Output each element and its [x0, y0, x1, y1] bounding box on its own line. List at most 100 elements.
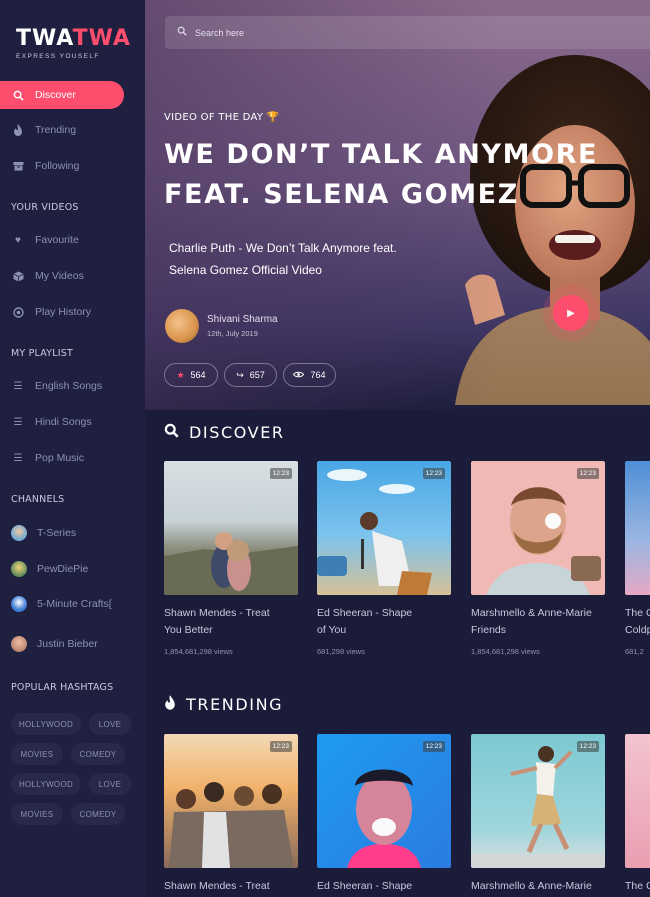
- video-title[interactable]: Marshmello & Anne-Marie Friends: [471, 605, 605, 639]
- flame-icon: [164, 695, 176, 714]
- nav-item-trending[interactable]: Trending: [0, 116, 124, 144]
- video-card[interactable]: 12:23 Marshmello & Anne-Marie: [471, 734, 605, 895]
- video-views: 1,854,681,298 views: [164, 647, 233, 656]
- video-thumbnail[interactable]: [625, 461, 650, 595]
- thumbnail-art: [471, 746, 605, 868]
- video-title[interactable]: The C: [625, 878, 650, 895]
- hashtag-movies[interactable]: MOVIES: [11, 803, 63, 825]
- channel-item-justin-bieber[interactable]: Justin Bieber: [0, 630, 124, 658]
- nav-label: Favourite: [35, 234, 79, 246]
- search-icon: [177, 26, 187, 39]
- channel-avatar: [11, 596, 27, 612]
- main-content: Search here VIDEO OF THE DAY 🏆 WE DON’T …: [145, 0, 650, 897]
- search-bar[interactable]: Search here: [165, 16, 650, 49]
- video-thumbnail[interactable]: 12:23: [317, 461, 451, 595]
- playlist-item-english-songs[interactable]: ☰ English Songs: [0, 372, 124, 400]
- video-title[interactable]: The C Coldp: [625, 605, 650, 639]
- video-card[interactable]: The C Coldp 681,2: [625, 461, 650, 656]
- video-thumbnail[interactable]: 12:23: [471, 734, 605, 868]
- trending-heading: TRENDING: [164, 695, 283, 714]
- channel-avatar: [11, 561, 27, 577]
- view-count: 764: [310, 370, 326, 380]
- thumbnail-art: [486, 487, 601, 595]
- channel-item-5-minute-crafts[interactable]: 5-Minute Crafts[: [0, 590, 124, 618]
- video-card[interactable]: The C: [625, 734, 650, 895]
- video-duration: 12:23: [576, 741, 599, 752]
- video-duration: 12:23: [269, 741, 292, 752]
- play-button[interactable]: ▶: [553, 295, 589, 331]
- list-icon: ☰: [13, 452, 23, 464]
- video-title[interactable]: Ed Sheeran - Shape: [317, 878, 451, 895]
- channel-avatar: [11, 636, 27, 652]
- video-title[interactable]: Marshmello & Anne-Marie: [471, 878, 605, 895]
- video-duration: 12:23: [422, 468, 445, 479]
- video-thumbnail[interactable]: 12:23: [471, 461, 605, 595]
- list-icon: ☰: [13, 380, 23, 392]
- your-videos-heading: YOUR VIDEOS: [11, 202, 79, 213]
- channel-item-pewdiepie[interactable]: PewDiePie: [0, 555, 124, 583]
- trending-heading-text: TRENDING: [186, 695, 284, 714]
- popular-hashtags-heading: POPULAR HASHTAGS: [11, 682, 114, 693]
- share-button[interactable]: ↪ 657: [224, 363, 277, 387]
- video-thumbnail[interactable]: 12:23: [317, 734, 451, 868]
- video-card[interactable]: 12:23 Marshmello & Anne-Marie Friends 1,8…: [471, 461, 605, 656]
- nav-item-play-history[interactable]: Play History: [0, 298, 124, 326]
- views-button[interactable]: 764: [283, 363, 336, 387]
- video-title-line: Coldp: [625, 624, 650, 636]
- video-of-the-day-text: VIDEO OF THE DAY: [164, 112, 264, 123]
- like-button[interactable]: ★ 564: [164, 363, 218, 387]
- hashtag-movies[interactable]: MOVIES: [11, 743, 63, 765]
- thumbnail-art: [164, 532, 298, 595]
- playlist-item-pop-music[interactable]: ☰ Pop Music: [0, 444, 124, 472]
- video-title[interactable]: Shawn Mendes - Treat You Better: [164, 605, 298, 639]
- logo[interactable]: TWATWA EXPRESS YOUSELF: [16, 26, 131, 60]
- nav-label: Hindi Songs: [35, 416, 92, 428]
- trophy-icon: 🏆: [266, 112, 280, 123]
- playlist-item-hindi-songs[interactable]: ☰ Hindi Songs: [0, 408, 124, 436]
- discover-heading: DISCOVER: [164, 423, 285, 442]
- video-views: 1,854,681,298 views: [471, 647, 540, 656]
- video-card[interactable]: 12:23 Ed Sheeran - Shape of You 681,298 v…: [317, 461, 451, 656]
- video-title-line: of You: [317, 624, 347, 636]
- my-playlist-heading: MY PLAYLIST: [11, 348, 73, 359]
- video-card[interactable]: 12:23 Ed Sheeran - Shape: [317, 734, 451, 895]
- author-avatar: [165, 309, 199, 343]
- like-count: 564: [190, 370, 206, 380]
- video-thumbnail[interactable]: 12:23: [164, 734, 298, 868]
- nav-label: Play History: [35, 306, 92, 318]
- hashtag-hollywood[interactable]: HOLLYWOOD: [11, 713, 81, 735]
- nav-item-discover[interactable]: Discover: [0, 81, 124, 109]
- nav-item-my-videos[interactable]: My Videos: [0, 262, 124, 290]
- hashtag-love[interactable]: LOVE: [89, 773, 131, 795]
- thumbnail-art: [169, 782, 294, 868]
- video-title-line: Friends: [471, 624, 507, 636]
- video-title[interactable]: Shawn Mendes - Treat: [164, 878, 298, 895]
- hashtag-comedy[interactable]: COMEDY: [71, 803, 125, 825]
- hero-banner: Search here VIDEO OF THE DAY 🏆 WE DON’T …: [145, 0, 650, 410]
- search-input[interactable]: Search here: [195, 28, 244, 38]
- video-title-line: The C: [625, 607, 650, 619]
- video-thumbnail[interactable]: [625, 734, 650, 868]
- channel-item-t-series[interactable]: T-Series: [0, 519, 124, 547]
- video-card[interactable]: 12:23 Shawn Mendes - Treat: [164, 734, 298, 895]
- hashtag-comedy[interactable]: COMEDY: [71, 743, 125, 765]
- nav-label: English Songs: [35, 380, 103, 392]
- video-title-line: Ed Sheeran - Shape: [317, 607, 413, 619]
- nav-label: My Videos: [35, 270, 84, 282]
- nav-label: Discover: [35, 89, 76, 101]
- video-duration: 12:23: [576, 468, 599, 479]
- hero-description-line: Charlie Puth - We Don’t Talk Anymore fea…: [169, 241, 397, 255]
- hero-title-line: FEAT. SELENA GOMEZ: [164, 179, 519, 210]
- hashtag-hollywood[interactable]: HOLLYWOOD: [11, 773, 81, 795]
- video-thumbnail[interactable]: 12:23: [164, 461, 298, 595]
- nav-item-following[interactable]: Following: [0, 152, 124, 180]
- author-info[interactable]: Shivani Sharma 12th, July 2019: [165, 309, 278, 343]
- video-of-the-day-label: VIDEO OF THE DAY 🏆: [164, 112, 280, 123]
- share-count: 657: [249, 370, 265, 380]
- video-title[interactable]: Ed Sheeran - Shape of You: [317, 605, 451, 639]
- nav-item-favourite[interactable]: ♥ Favourite: [0, 226, 124, 254]
- video-title-line: Marshmello & Anne-Marie: [471, 607, 592, 619]
- video-card[interactable]: 12:23 Shawn Mendes - Treat You Better 1,8…: [164, 461, 298, 656]
- hero-title-line: WE DON’T TALK ANYMORE: [164, 139, 599, 170]
- hashtag-love[interactable]: LOVE: [89, 713, 131, 735]
